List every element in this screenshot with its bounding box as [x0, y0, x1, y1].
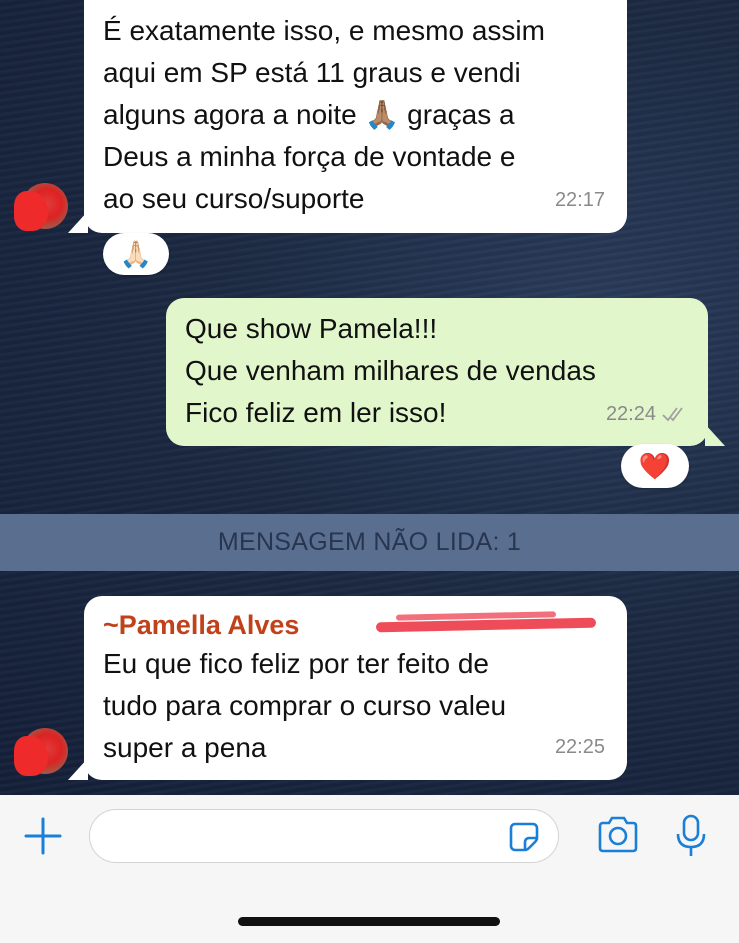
message-bubble-incoming[interactable]: ~Pamella Alves Eu que fico feliz por ter…: [84, 596, 627, 780]
message-text: Eu que fico feliz por ter feito de tudo …: [103, 648, 507, 763]
avatar[interactable]: [14, 183, 68, 231]
pray-reaction-icon: 🙏🏻: [119, 238, 153, 269]
home-indicator: [238, 917, 500, 926]
message-bubble-outgoing[interactable]: Que show Pamela!!! Que venham milhares d…: [166, 298, 708, 446]
camera-icon: [598, 816, 638, 853]
add-attachment-button[interactable]: [22, 815, 64, 857]
bubble-tail: [68, 758, 88, 780]
reaction-badge[interactable]: 🙏🏻: [103, 233, 169, 275]
microphone-icon: [676, 814, 706, 856]
message-bubble-incoming[interactable]: É exatamente isso, e mesmo assim aqui em…: [84, 0, 627, 233]
bubble-tail: [705, 424, 725, 446]
message-time: 22:17: [554, 189, 605, 211]
chat-area[interactable]: É exatamente isso, e mesmo assim aqui em…: [0, 0, 739, 795]
unread-messages-banner: MENSAGEM NÃO LIDA: 1: [0, 514, 739, 571]
message-input-bar: [0, 795, 739, 943]
camera-button[interactable]: [596, 815, 640, 855]
message-time: 22:24: [606, 393, 688, 435]
message-text: Que show Pamela!!! Que venham milhares d…: [185, 313, 596, 428]
voice-message-button[interactable]: [674, 813, 708, 859]
message-text: É exatamente isso, e mesmo assim aqui em…: [103, 15, 545, 214]
message-input[interactable]: [89, 809, 559, 863]
plus-icon: [24, 817, 62, 855]
sender-name[interactable]: ~Pamella Alves: [103, 604, 299, 646]
reaction-badge[interactable]: ❤️: [621, 444, 689, 488]
sticker-icon: [509, 822, 539, 852]
double-check-read-icon: [662, 407, 683, 422]
heart-reaction-icon: ❤️: [638, 450, 672, 481]
message-time: 22:25: [554, 736, 605, 758]
avatar[interactable]: [14, 728, 68, 776]
sticker-button[interactable]: [508, 821, 540, 853]
bubble-tail: [68, 211, 88, 233]
unread-banner-text: MENSAGEM NÃO LIDA: 1: [217, 528, 522, 556]
message-time-text: 22:24: [605, 403, 656, 425]
